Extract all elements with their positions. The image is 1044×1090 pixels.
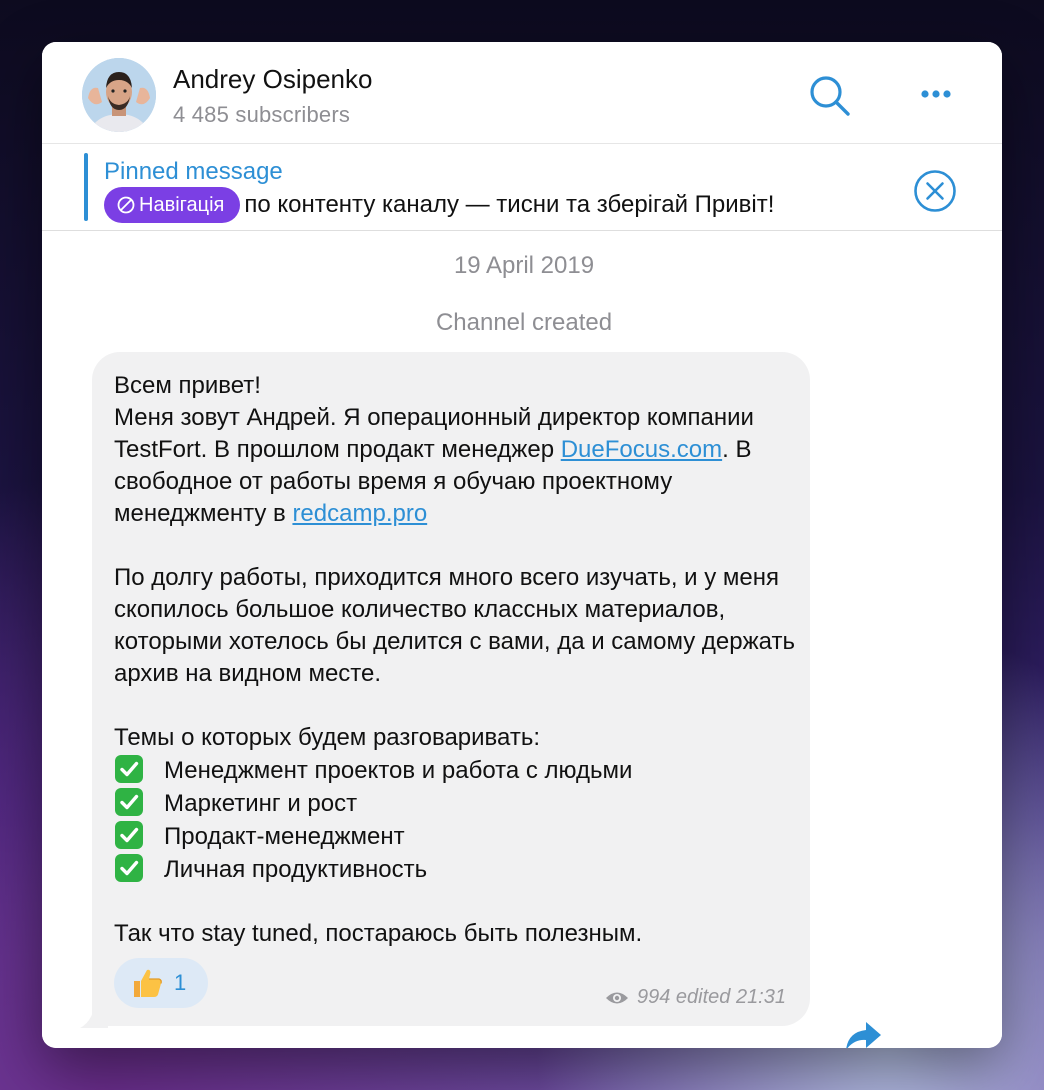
topic-item: Личная продуктивность <box>114 854 427 883</box>
view-count: 994 <box>636 986 671 1008</box>
check-mark-icon <box>115 854 143 882</box>
pinned-text: по контенту каналу — тисни та зберігай П… <box>244 191 775 218</box>
chat-area[interactable]: 19 April 2019 Channel created Всем приве… <box>42 232 1002 1048</box>
reaction-count: 1 <box>174 970 187 995</box>
message-closing: Так что stay tuned, постараюсь быть поле… <box>114 920 643 947</box>
service-message: Channel created <box>435 309 613 336</box>
subscriber-count: 4 485 subscribers <box>173 102 351 127</box>
pinned-message-bar[interactable]: Pinned message Навігація по контенту кан… <box>42 145 1002 231</box>
pinned-content: Навігація по контенту каналу — тисни та … <box>104 186 774 224</box>
check-mark-icon <box>115 821 143 849</box>
message-bubble[interactable]: Всем привет! Меня зовут Андрей. Я операц… <box>92 352 810 1026</box>
topic-item: Продакт-менеджмент <box>114 821 405 850</box>
channel-avatar[interactable] <box>82 58 156 132</box>
message-greeting: Всем привет! <box>114 372 261 399</box>
share-arrow-icon <box>846 1022 881 1048</box>
link-redcamp[interactable]: redcamp.pro <box>292 500 427 527</box>
message-text: Всем привет! Меня зовут Андрей. Я операц… <box>114 370 804 950</box>
topic-item: Маркетинг и рост <box>114 788 357 817</box>
link-duefocus[interactable]: DueFocus.com <box>561 436 722 463</box>
navigation-tag-label: Навігація <box>139 193 225 216</box>
reaction-thumbs-up[interactable]: 1 <box>114 958 208 1008</box>
channel-title[interactable]: Andrey Osipenko <box>173 64 372 95</box>
share-button[interactable] <box>842 1018 884 1048</box>
more-dots-icon <box>921 90 951 98</box>
message-meta: 994 edited 21:31 <box>605 986 786 1009</box>
edited-time: edited 21:31 <box>675 986 786 1008</box>
topic-item: Менеджмент проектов и работа с людьми <box>114 755 632 784</box>
check-mark-icon <box>115 788 143 816</box>
check-mark-icon <box>115 755 143 783</box>
date-separator: 19 April 2019 <box>453 252 595 279</box>
channel-header: Andrey Osipenko 4 485 subscribers <box>42 42 1002 144</box>
search-icon <box>810 76 850 116</box>
navigation-tag[interactable]: Навігація <box>104 187 241 223</box>
views-eye-icon <box>605 992 628 1003</box>
search-button[interactable] <box>806 72 854 120</box>
no-sign-icon <box>117 196 135 214</box>
telegram-window: Andrey Osipenko 4 485 subscribers Pinned… <box>42 42 1002 1048</box>
pinned-accent-bar <box>84 153 88 221</box>
close-circle-icon <box>914 170 956 212</box>
more-button[interactable] <box>908 76 964 116</box>
topics-title: Темы о которых будем разговаривать: <box>114 724 541 751</box>
pinned-title: Pinned message <box>104 158 283 185</box>
thumbs-up-icon <box>134 969 162 997</box>
close-pinned-button[interactable] <box>912 168 958 214</box>
message-paragraph-2: По долгу работы, приходится много всего … <box>114 564 802 687</box>
